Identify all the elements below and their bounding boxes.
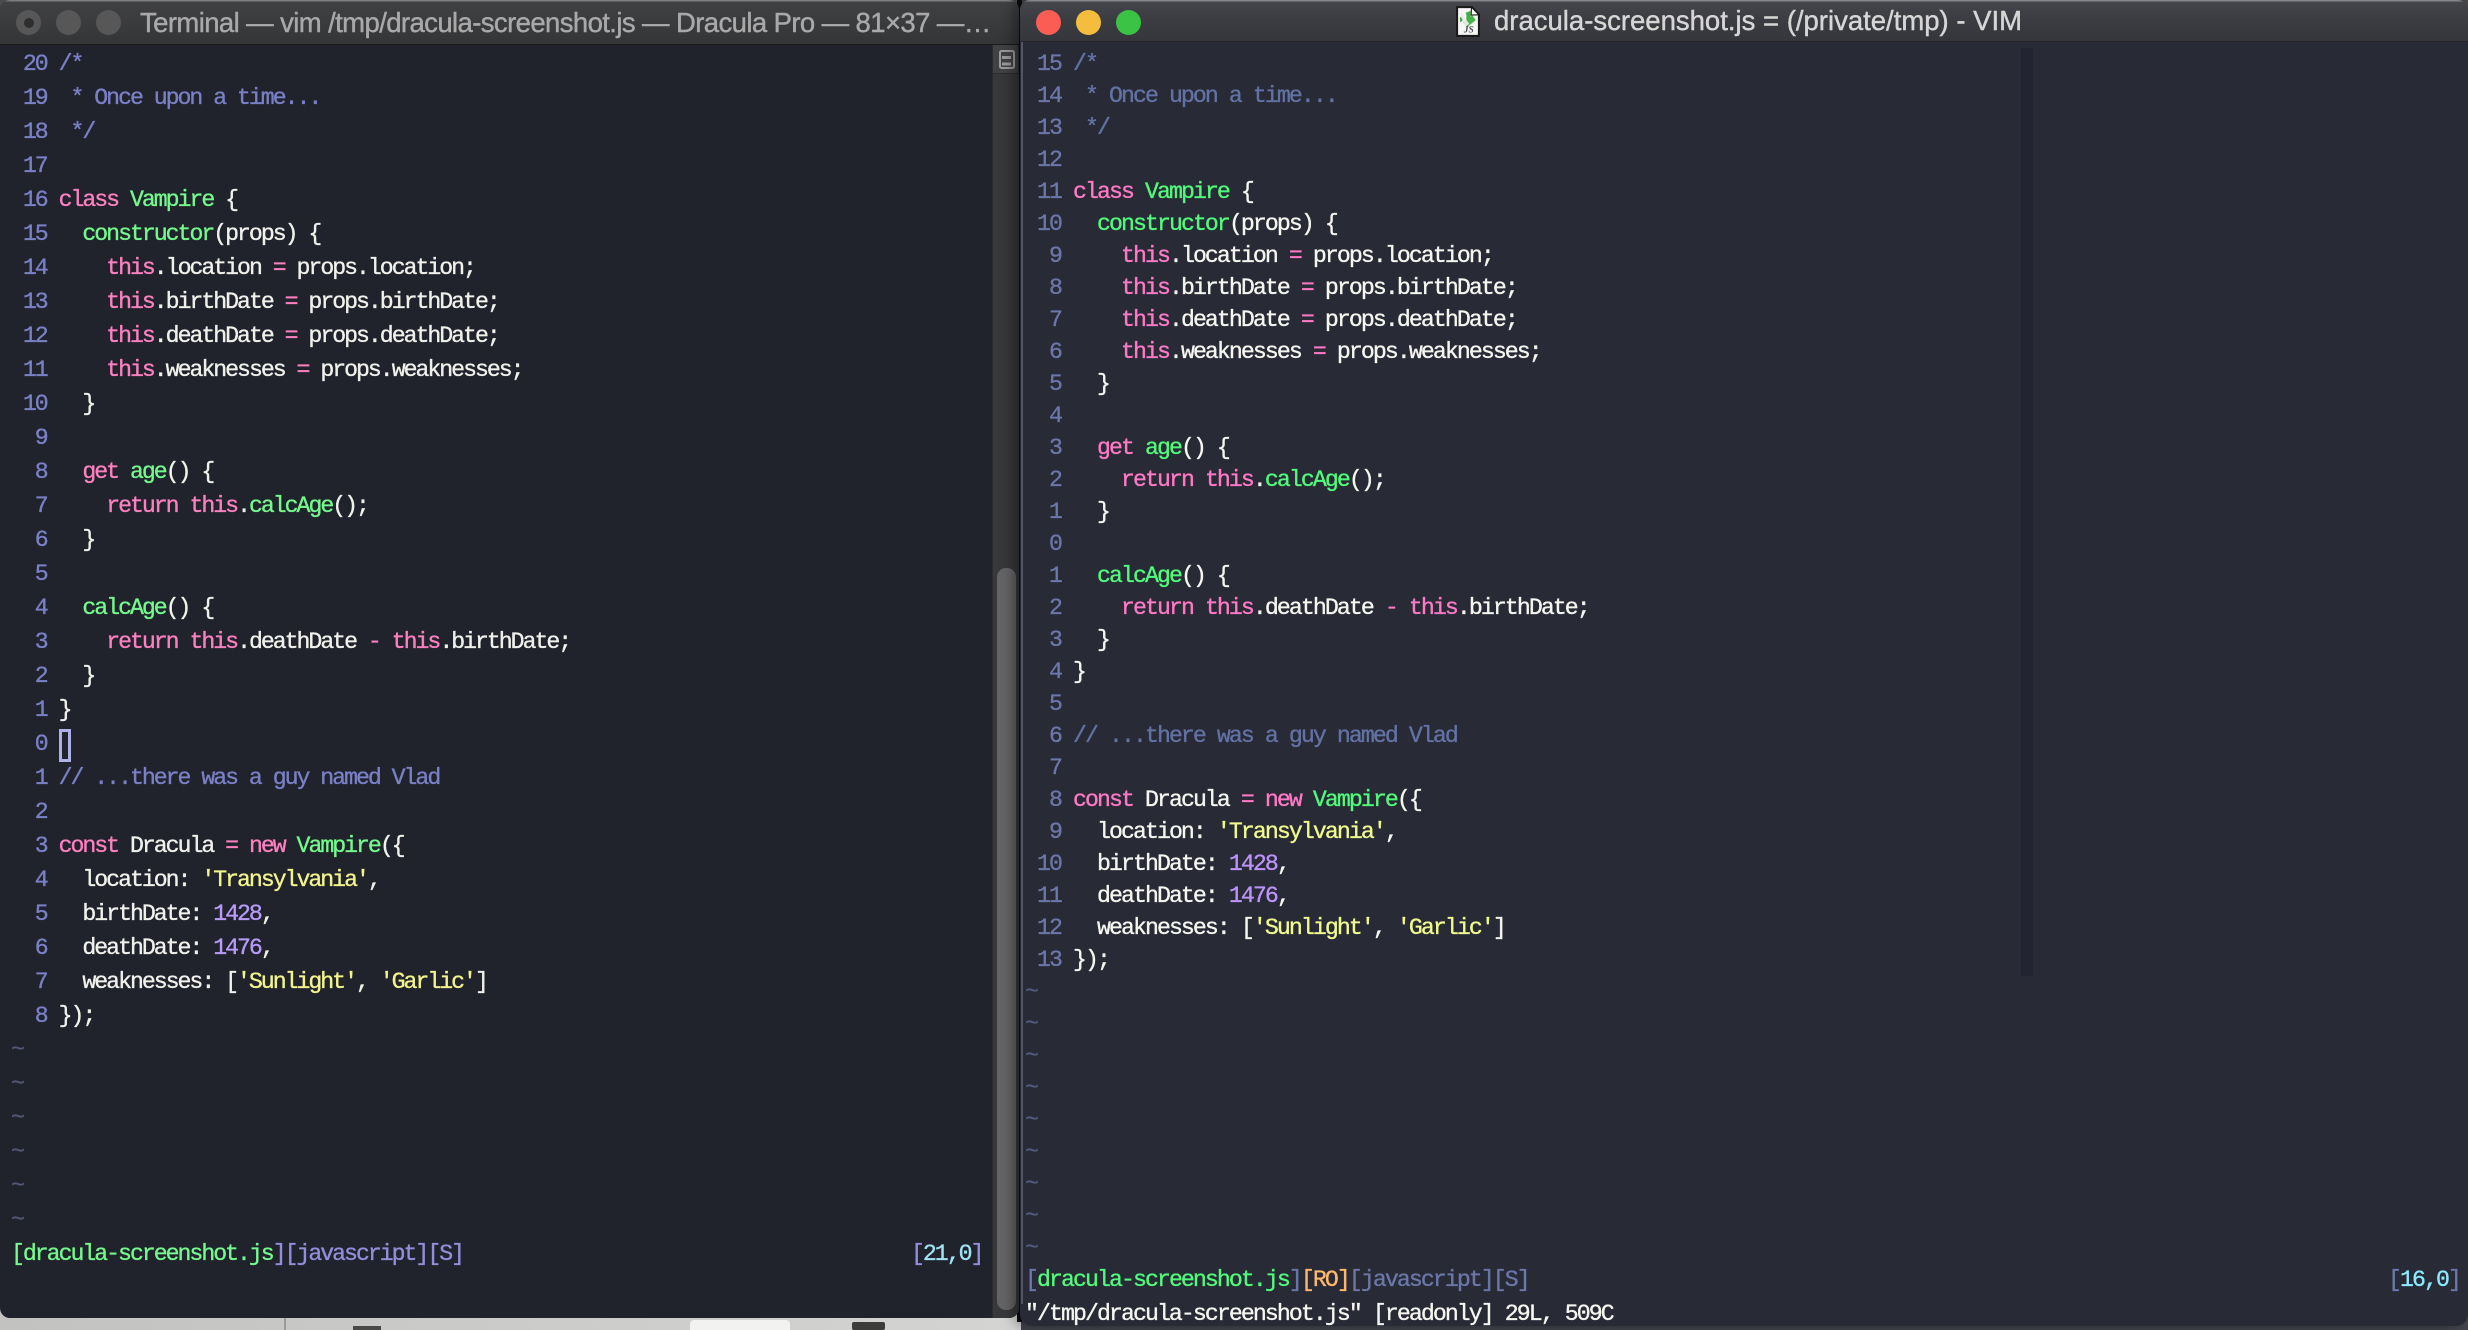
- svg-text:JS: JS: [1463, 26, 1474, 36]
